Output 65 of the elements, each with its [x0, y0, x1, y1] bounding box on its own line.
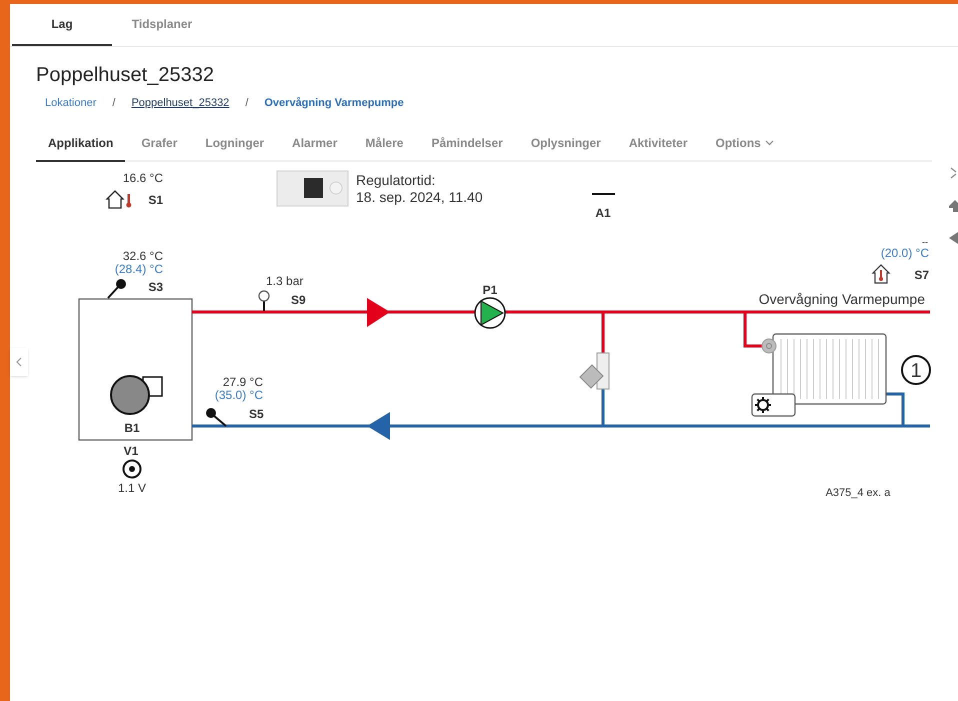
breadcrumb-link[interactable]: Poppelhuset_25332	[131, 94, 230, 112]
chevron-down-icon	[764, 140, 774, 146]
breadcrumb-link[interactable]: Overvågning Varmepumpe	[264, 94, 404, 112]
bypass-pipe	[602, 312, 604, 355]
tab[interactable]: Målere	[353, 134, 416, 162]
sensor-reading: 1.3 bar	[266, 274, 304, 288]
pressure-sensor-icon	[258, 290, 270, 311]
circuit-number-circle	[901, 355, 931, 385]
sensor-setpoint: (35.0) °C	[214, 388, 263, 402]
flow-arrow	[367, 298, 390, 327]
regulator-time: 18. sep. 2024, 11.40	[356, 189, 483, 205]
sensor-setpoint: (20.0) °C	[880, 246, 929, 260]
tab[interactable]: Påmindelser	[419, 134, 515, 162]
radiator-pipe	[886, 392, 904, 426]
regulator-label: Regulatortid:	[356, 172, 436, 188]
sensor-label: S3	[148, 280, 163, 294]
sensor-label: S7	[914, 268, 929, 282]
house-icon	[105, 190, 125, 209]
expand-icon[interactable]	[949, 167, 958, 179]
sensor-reading: 16.6 °C	[122, 171, 163, 185]
sensor-label: S1	[148, 193, 163, 207]
sensor-label: S5	[249, 407, 264, 421]
home-icon[interactable]	[949, 200, 958, 212]
collapse-button[interactable]	[10, 348, 28, 376]
chevron-left-icon	[16, 357, 22, 367]
signal-icon	[122, 460, 142, 478]
sensor-setpoint: (28.4) °C	[114, 262, 163, 276]
valve-drawing	[579, 352, 610, 390]
diagram-code: A375_4 ex. a	[826, 487, 890, 499]
room-thermometer-icon	[872, 264, 890, 284]
sensor-reading: 32.6 °C	[122, 249, 163, 263]
flow-arrow	[367, 412, 390, 440]
tab[interactable]: Tidsplaner	[112, 4, 212, 46]
sensor-label: S9	[291, 293, 306, 307]
tab[interactable]: Options	[704, 134, 786, 162]
output-line	[592, 193, 615, 195]
thermometer-icon	[126, 194, 132, 208]
tab[interactable]: Oplysninger	[518, 134, 613, 162]
tab[interactable]: Applikation	[36, 134, 126, 162]
output-label: A1	[595, 206, 611, 220]
sensor-reading: --	[922, 237, 928, 247]
breadcrumb-link[interactable]: Lokationer	[45, 94, 96, 112]
page-title: Poppelhuset_25332	[36, 63, 215, 88]
bypass-pipe	[602, 388, 604, 426]
tab[interactable]: Logninger	[193, 134, 276, 162]
tab[interactable]: Alarmer	[280, 134, 350, 162]
temperature-sensor-icon	[107, 279, 126, 299]
radiator-pipe	[744, 312, 762, 348]
tab[interactable]: Aktiviteter	[616, 134, 700, 162]
pump-label: P1	[482, 283, 498, 297]
circuit-number: 1	[910, 360, 922, 382]
tab[interactable]: Lag	[12, 4, 112, 46]
burner-icon	[110, 375, 163, 415]
breadcrumb-separator: /	[245, 96, 248, 111]
thermostat-drawing	[751, 393, 796, 417]
boiler-label: B1	[124, 421, 140, 435]
controller-drawing	[276, 170, 348, 206]
caret-left-icon[interactable]	[949, 232, 958, 244]
tab[interactable]: Grafer	[129, 134, 190, 162]
breadcrumb-separator: /	[112, 96, 116, 111]
temperature-sensor-icon	[206, 408, 227, 427]
sensor-reading: 27.9 °C	[222, 375, 263, 389]
circuit-name: Overvågning Varmepumpe	[758, 291, 925, 307]
signal-reading: 1.1 V	[118, 481, 146, 495]
signal-label: V1	[124, 444, 138, 458]
